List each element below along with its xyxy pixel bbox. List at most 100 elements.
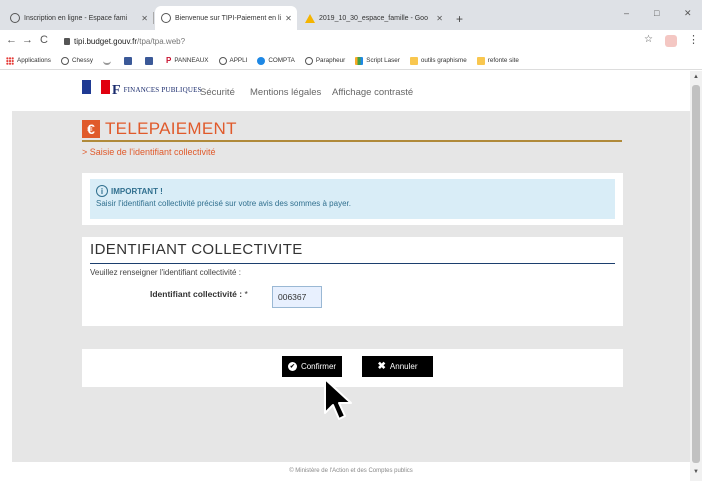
close-icon[interactable]: ✕ xyxy=(285,14,292,23)
vertical-scrollbar[interactable]: ▲ ▼ xyxy=(690,71,702,481)
minimize-button[interactable]: – xyxy=(624,8,629,18)
scroll-down-arrow-icon[interactable]: ▼ xyxy=(693,469,699,475)
check-circle-icon: ✔ xyxy=(287,362,297,371)
cross-icon: ✖ xyxy=(377,361,386,372)
required-mark: * xyxy=(244,289,248,299)
cancel-button[interactable]: ✖ Annuler xyxy=(362,356,433,377)
google-drive-icon xyxy=(305,13,315,23)
alert-body: Saisir l'identifiant collectivité précis… xyxy=(96,199,351,208)
alert-title: IMPORTANT ! xyxy=(111,186,163,196)
maximize-button[interactable]: □ xyxy=(654,8,659,18)
bookmark-wave[interactable] xyxy=(102,57,114,65)
folder-icon xyxy=(409,56,418,65)
bookmark-outils-graphisme[interactable]: outils graphisme xyxy=(409,56,467,65)
bookmark-star-icon[interactable]: ☆ xyxy=(644,34,653,45)
identifiant-input[interactable] xyxy=(272,286,322,308)
url-field[interactable]: tipi.budget.gouv.fr/tpa/tpa.web? xyxy=(64,33,624,49)
bookmark-label: Chessy xyxy=(71,57,93,64)
site-header: F FINANCES PUBLIQUES Sécurité Mentions l… xyxy=(12,71,690,111)
brand-mark: F xyxy=(112,83,121,98)
folder-icon xyxy=(476,56,485,65)
important-alert: i IMPORTANT ! Saisir l'identifiant colle… xyxy=(90,179,615,219)
forward-button[interactable]: → xyxy=(22,34,33,46)
tab-label: Bienvenue sur TIPI-Paiement en li xyxy=(175,14,282,22)
field-label-text: Identifiant collectivité : xyxy=(150,289,243,299)
link-securite[interactable]: Sécurité xyxy=(200,87,235,98)
apps-grid-icon xyxy=(6,56,14,65)
footer-copyright: © Ministère de l'Action et des Comptes p… xyxy=(289,468,413,474)
bookmark-compta[interactable]: COMPTA xyxy=(257,56,295,65)
close-icon[interactable]: ✕ xyxy=(436,14,443,23)
wave-icon xyxy=(102,57,111,65)
scrollbar-thumb[interactable] xyxy=(692,85,700,463)
link-mentions-legales[interactable]: Mentions légales xyxy=(250,87,321,98)
tab-label: 2019_10_30_espace_famille - Goo xyxy=(319,14,428,22)
identifiant-panel: IDENTIFIANT COLLECTIVITE Veuillez rensei… xyxy=(82,237,623,326)
chart-icon xyxy=(355,56,364,65)
title-divider xyxy=(82,140,622,142)
globe-icon xyxy=(218,56,227,65)
bookmark-parapheur[interactable]: Parapheur xyxy=(304,56,346,65)
browser-menu-button[interactable]: ⋮ xyxy=(688,33,699,46)
bookmark-label: APPLI xyxy=(229,57,248,64)
bookmark-facebook[interactable] xyxy=(144,56,156,65)
new-tab-button[interactable]: + xyxy=(456,12,463,26)
globe-icon xyxy=(60,56,69,65)
back-button[interactable]: ← xyxy=(6,34,17,46)
bookmarks-bar: Applications Chessy P PANNEAUX APPLI COMP… xyxy=(0,52,702,70)
calendar-icon xyxy=(123,56,132,65)
bookmark-chessy[interactable]: Chessy xyxy=(60,56,93,65)
mouse-pointer-icon xyxy=(324,378,352,420)
section-divider xyxy=(90,263,615,264)
confirm-label: Confirmer xyxy=(300,362,337,371)
bookmark-label: COMPTA xyxy=(268,57,295,64)
cancel-label: Annuler xyxy=(389,362,418,371)
brand-text: FINANCES PUBLIQUES xyxy=(124,87,202,95)
section-title: IDENTIFIANT COLLECTIVITE xyxy=(90,241,303,258)
tab-google-doc[interactable]: 2019_10_30_espace_famille - Goo ✕ xyxy=(299,6,449,30)
bookmark-applications[interactable]: Applications xyxy=(6,56,51,65)
tab-tipi[interactable]: Bienvenue sur TIPI-Paiement en li ✕ xyxy=(155,6,297,30)
marianne-logo xyxy=(82,80,110,102)
tab-label: Inscription en ligne - Espace fami xyxy=(24,14,128,22)
page-viewport: F FINANCES PUBLIQUES Sécurité Mentions l… xyxy=(0,71,702,481)
bookmark-refonte-site[interactable]: refonte site xyxy=(476,56,519,65)
bookmark-label: Parapheur xyxy=(315,57,346,64)
bookmark-appli[interactable]: APPLI xyxy=(218,56,248,65)
bookmark-panneaux[interactable]: P PANNEAUX xyxy=(166,56,209,65)
close-window-button[interactable]: ✕ xyxy=(684,8,692,19)
bookmark-label: PANNEAUX xyxy=(174,57,209,64)
french-flag-icon xyxy=(82,80,110,94)
bookmark-label: refonte site xyxy=(487,57,519,64)
lock-icon xyxy=(64,37,70,45)
section-description: Veuillez renseigner l'identifiant collec… xyxy=(90,268,241,277)
reload-button[interactable]: C xyxy=(40,34,48,46)
url-path: /tpa/tpa.web? xyxy=(137,36,186,46)
scroll-up-arrow-icon[interactable]: ▲ xyxy=(693,74,699,80)
breadcrumb: > Saisie de l'identifiant collectivité xyxy=(82,147,216,157)
important-panel: i IMPORTANT ! Saisir l'identifiant colle… xyxy=(82,173,623,225)
close-icon[interactable]: ✕ xyxy=(141,14,148,23)
browser-tab-bar: Inscription en ligne - Espace fami ✕ Bie… xyxy=(0,0,702,30)
telepaiement-heading: € TELEPAIEMENT xyxy=(82,119,237,139)
info-icon: i xyxy=(96,185,108,197)
page-title: TELEPAIEMENT xyxy=(105,119,237,138)
bookmark-calendar[interactable] xyxy=(123,56,135,65)
address-bar: ← → C tipi.budget.gouv.fr/tpa/tpa.web? ☆… xyxy=(0,30,702,52)
finances-publiques-logo: F FINANCES PUBLIQUES xyxy=(112,83,202,99)
bookmark-label: Applications xyxy=(17,57,51,64)
tab-inscription[interactable]: Inscription en ligne - Espace fami ✕ xyxy=(4,6,154,30)
facebook-icon xyxy=(144,56,153,65)
bookmark-label: Script Laser xyxy=(366,57,400,64)
compta-icon xyxy=(257,56,266,65)
alert-heading: i IMPORTANT ! xyxy=(96,185,615,197)
confirm-button[interactable]: ✔ Confirmer xyxy=(282,356,342,377)
link-affichage-contraste[interactable]: Affichage contrasté xyxy=(332,87,413,98)
extension-icon[interactable] xyxy=(665,35,677,47)
chrome-icon xyxy=(161,13,171,23)
p-letter-icon: P xyxy=(165,56,172,65)
identifiant-label: Identifiant collectivité : * xyxy=(150,289,248,299)
euro-icon: € xyxy=(82,120,100,138)
bookmark-script-laser[interactable]: Script Laser xyxy=(355,56,400,65)
url-domain: tipi.budget.gouv.fr xyxy=(74,36,138,46)
